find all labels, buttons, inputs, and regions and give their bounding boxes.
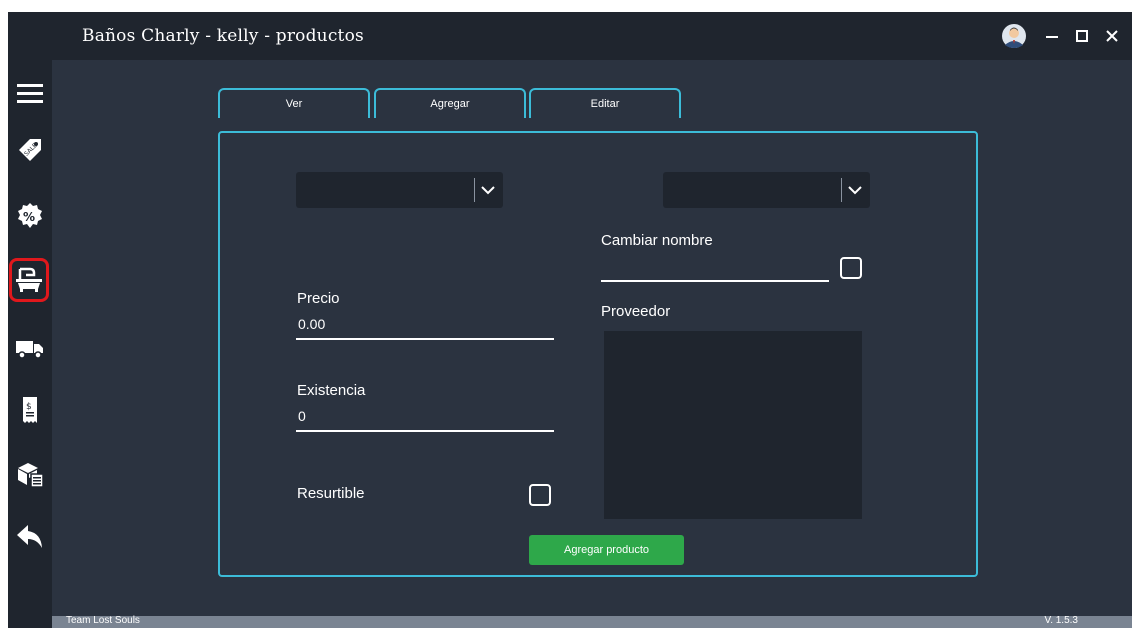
precio-label: Precio bbox=[297, 290, 340, 307]
bathtub-icon[interactable] bbox=[9, 258, 49, 302]
title-bar: Baños Charly - kelly - productos bbox=[52, 12, 1132, 60]
cambiar-nombre-label: Cambiar nombre bbox=[601, 232, 713, 249]
delivery-truck-icon[interactable] bbox=[12, 330, 48, 366]
agregar-producto-button[interactable]: Agregar producto bbox=[529, 535, 684, 565]
tab-agregar[interactable]: Agregar bbox=[374, 88, 526, 118]
sale-tag-icon[interactable]: SALE bbox=[12, 132, 48, 168]
svg-text:%: % bbox=[23, 210, 35, 224]
product-dropdown[interactable] bbox=[663, 172, 870, 208]
maximize-icon[interactable] bbox=[1068, 22, 1096, 50]
tab-ver[interactable]: Ver bbox=[218, 88, 370, 118]
version-label: V. 1.5.3 bbox=[1044, 615, 1078, 626]
tab-editar[interactable]: Editar bbox=[529, 88, 681, 118]
cambiar-nombre-input[interactable] bbox=[601, 262, 829, 282]
dropdown-separator bbox=[474, 178, 475, 202]
window-title: Baños Charly - kelly - productos bbox=[82, 26, 364, 46]
resurtible-label: Resurtible bbox=[297, 485, 365, 502]
team-label: Team Lost Souls bbox=[66, 615, 140, 626]
minimize-icon[interactable] bbox=[1038, 22, 1066, 50]
inventory-boxes-icon[interactable] bbox=[12, 456, 48, 492]
chevron-down-icon bbox=[481, 186, 495, 195]
proveedor-list[interactable] bbox=[604, 331, 862, 519]
resurtible-checkbox[interactable] bbox=[529, 484, 551, 506]
category-dropdown[interactable] bbox=[296, 172, 503, 208]
discount-badge-icon[interactable]: % bbox=[12, 198, 48, 234]
svg-text:$: $ bbox=[26, 402, 32, 412]
sidebar: SALE % $ bbox=[8, 12, 52, 628]
proveedor-label: Proveedor bbox=[601, 303, 671, 320]
existencia-label: Existencia bbox=[297, 382, 366, 399]
close-icon[interactable] bbox=[1098, 22, 1126, 50]
back-arrow-icon[interactable] bbox=[12, 518, 48, 554]
chevron-down-icon bbox=[848, 186, 862, 195]
cambiar-nombre-checkbox[interactable] bbox=[840, 257, 862, 279]
status-bar: Team Lost Souls V. 1.5.3 bbox=[52, 615, 1132, 628]
receipt-icon[interactable]: $ bbox=[12, 392, 48, 428]
existencia-input[interactable]: 0 bbox=[296, 408, 554, 432]
precio-input[interactable]: 0.00 bbox=[296, 316, 554, 340]
dropdown-separator bbox=[841, 178, 842, 202]
user-avatar-icon[interactable] bbox=[1000, 22, 1028, 50]
menu-icon[interactable] bbox=[12, 76, 48, 112]
